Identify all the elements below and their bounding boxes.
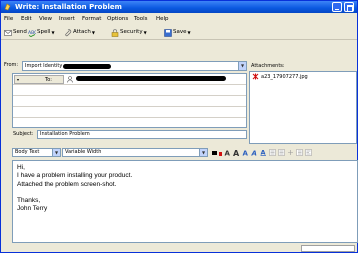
- italic-icon[interactable]: A: [251, 149, 258, 157]
- paragraph-style-value: Body Text: [15, 149, 40, 155]
- security-dropdown-arrow[interactable]: ▼: [144, 25, 147, 40]
- font-select[interactable]: Variable Width ▼: [62, 148, 208, 157]
- paragraph-style-arrow[interactable]: ▼: [52, 149, 60, 156]
- from-select[interactable]: Import Identity ▼: [22, 61, 247, 71]
- save-button[interactable]: Save ▼: [164, 25, 191, 40]
- menu-format[interactable]: Format: [82, 14, 101, 24]
- status-progress-pane: [301, 245, 355, 252]
- paragraph-style-select[interactable]: Body Text ▼: [12, 148, 61, 157]
- attach-label: Attach: [73, 29, 91, 35]
- menu-tools[interactable]: Tools: [134, 14, 148, 24]
- font-value: Variable Width: [65, 149, 102, 155]
- attachment-item[interactable]: a23_17907277.jpg: [252, 73, 308, 80]
- body-line: John Terry: [17, 205, 48, 213]
- send-icon: [4, 29, 12, 36]
- outdent-icon[interactable]: [287, 149, 294, 156]
- menu-options[interactable]: Options: [107, 14, 128, 24]
- menu-file[interactable]: File: [4, 14, 13, 24]
- attachments-label: Attachments:: [251, 63, 285, 69]
- larger-font-icon[interactable]: A: [233, 149, 240, 156]
- font-select-arrow[interactable]: ▼: [199, 149, 207, 156]
- body-line: [17, 189, 353, 197]
- format-icons: A A A A A: [212, 148, 312, 157]
- menu-help[interactable]: Help: [156, 14, 169, 24]
- attachments-list[interactable]: a23_17907277.jpg: [249, 71, 357, 144]
- recipient-type-select[interactable]: To: ▾: [14, 75, 64, 84]
- contact-icon: [67, 76, 73, 83]
- send-label: Send: [13, 29, 27, 35]
- menu-edit[interactable]: Edit: [21, 14, 32, 24]
- attachment-filename: a23_17907277.jpg: [261, 73, 308, 80]
- paperclip-icon: [65, 28, 72, 36]
- from-label: From:: [4, 62, 19, 68]
- to-redaction: [76, 76, 226, 81]
- subject-value: Installation Problem: [40, 131, 90, 137]
- security-label: Security: [120, 29, 143, 35]
- menu-bar: File Edit View Insert Format Options Too…: [1, 14, 357, 24]
- svg-text:A: A: [243, 150, 249, 157]
- from-value: Import Identity: [25, 63, 63, 69]
- address-row-divider: [13, 117, 246, 118]
- security-button[interactable]: Security ▼: [111, 25, 147, 40]
- address-row-divider: [13, 106, 246, 107]
- underline-icon[interactable]: A: [260, 149, 267, 156]
- save-dropdown-arrow[interactable]: ▼: [188, 25, 191, 40]
- body-line: I have a problem installing your product…: [17, 172, 133, 180]
- bold-icon[interactable]: A: [242, 149, 249, 157]
- body-line: Hi,: [17, 164, 25, 171]
- svg-text:ABC: ABC: [28, 30, 36, 36]
- address-row-divider: [13, 95, 246, 96]
- spell-button[interactable]: ABC Spell ▼: [28, 25, 55, 40]
- minimize-button[interactable]: [332, 2, 342, 12]
- status-bar: [1, 244, 357, 253]
- maximize-button[interactable]: [344, 2, 354, 12]
- message-body[interactable]: Hi, I have a problem installing your pro…: [12, 160, 358, 243]
- status-text-pane: [3, 245, 299, 252]
- spell-dropdown-arrow[interactable]: ▼: [51, 25, 54, 40]
- title-bar[interactable]: Write: Installation Problem: [1, 1, 357, 13]
- spell-label: Spell: [37, 29, 51, 35]
- address-grid[interactable]: To: ▾: [12, 73, 247, 128]
- attach-button[interactable]: Attach ▼: [64, 25, 95, 40]
- window-title: Write: Installation Problem: [15, 3, 122, 11]
- lock-icon: [111, 28, 119, 37]
- compose-app-icon: [4, 3, 11, 11]
- smaller-font-icon[interactable]: A: [224, 149, 231, 157]
- image-file-icon: [252, 73, 259, 80]
- indent-icon[interactable]: [296, 149, 303, 156]
- address-row-divider: [13, 84, 246, 85]
- svg-text:A: A: [225, 150, 231, 157]
- svg-text:A: A: [251, 150, 257, 157]
- save-label: Save: [173, 29, 187, 35]
- body-line: Attached the problem screen-shot.: [17, 180, 117, 188]
- send-button[interactable]: Send: [4, 25, 27, 40]
- from-redaction: [63, 64, 111, 69]
- compose-window: Write: Installation Problem File Edit Vi…: [0, 0, 358, 253]
- save-icon: [164, 28, 172, 37]
- bulleted-list-icon[interactable]: [269, 149, 276, 156]
- numbered-list-icon[interactable]: [278, 149, 285, 156]
- menu-insert[interactable]: Insert: [59, 14, 75, 24]
- svg-text:A: A: [233, 149, 240, 156]
- attach-dropdown-arrow[interactable]: ▼: [92, 25, 95, 40]
- spell-check-icon: ABC: [28, 30, 36, 37]
- attachments-pane: Attachments: a23_17907277.jpg: [249, 62, 358, 144]
- format-toolbar: Body Text ▼ Variable Width ▼ A A A A A: [1, 146, 357, 159]
- text-color-swatch[interactable]: [212, 150, 217, 155]
- subject-input[interactable]: Installation Problem: [37, 130, 247, 139]
- body-line: Thanks,: [17, 197, 41, 205]
- main-toolbar: Send ABC Spell ▼ Attach ▼ Security ▼ Sav…: [1, 25, 357, 40]
- svg-text:A: A: [261, 149, 266, 156]
- to-label: To:: [45, 77, 52, 83]
- menu-view[interactable]: View: [39, 14, 52, 24]
- from-dropdown-arrow[interactable]: ▼: [238, 62, 246, 70]
- alignment-icon[interactable]: [305, 149, 312, 156]
- subject-label: Subject:: [13, 131, 34, 137]
- recipient-type-arrow[interactable]: ▾: [17, 76, 19, 84]
- background-color-swatch[interactable]: [219, 152, 222, 156]
